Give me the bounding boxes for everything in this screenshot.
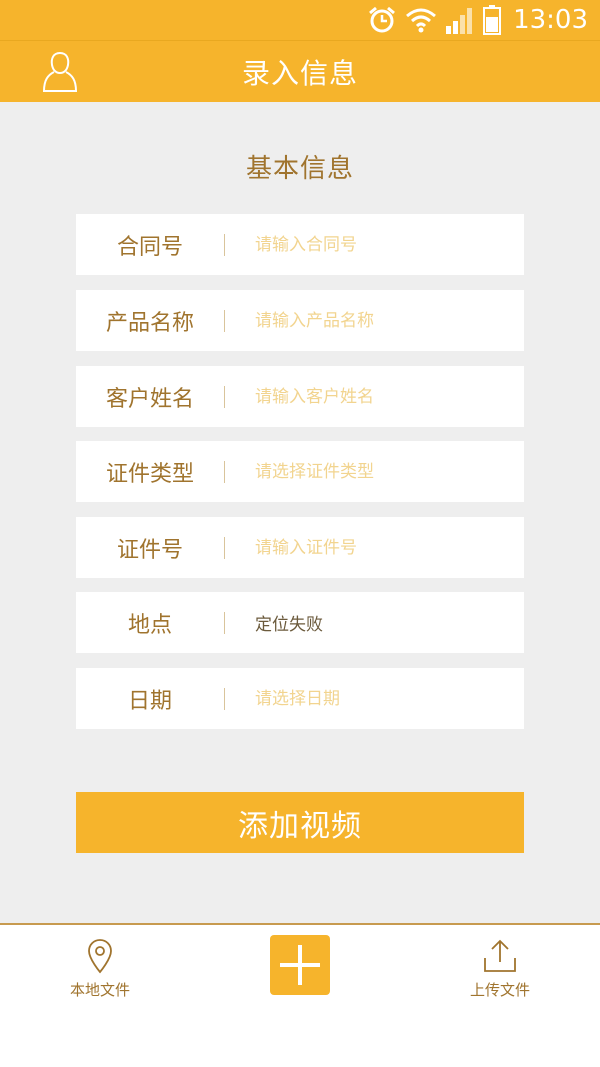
field-divider: [224, 309, 225, 332]
wifi-icon: [406, 8, 437, 33]
field-divider: [224, 536, 225, 559]
form-row-location[interactable]: 地点 定位失败: [76, 592, 524, 653]
signal-icon: [446, 8, 473, 34]
field-divider: [224, 611, 225, 634]
add-button[interactable]: [270, 935, 330, 995]
id-number-input[interactable]: [255, 537, 524, 558]
title-bar: 录入信息: [0, 40, 600, 102]
local-files-button[interactable]: 本地文件: [30, 933, 170, 1000]
plus-icon: [280, 945, 320, 985]
form-row-date[interactable]: 日期: [76, 668, 524, 729]
form-row-product-name[interactable]: 产品名称: [76, 290, 524, 351]
date-picker-input[interactable]: [255, 688, 524, 709]
customer-name-input[interactable]: [255, 386, 524, 407]
form-row-id-type[interactable]: 证件类型: [76, 441, 524, 502]
status-bar: 13:03: [0, 0, 600, 40]
field-divider: [224, 687, 225, 710]
id-type-select[interactable]: [255, 461, 524, 482]
local-files-label: 本地文件: [69, 981, 130, 999]
status-time: 13:03: [513, 5, 588, 35]
upload-files-button[interactable]: 上传文件: [430, 933, 570, 1000]
field-label: 日期: [127, 688, 172, 714]
location-value[interactable]: 定位失败: [255, 610, 323, 635]
section-title: 基本信息: [245, 154, 354, 184]
field-divider: [224, 233, 225, 256]
contract-number-input[interactable]: [255, 234, 524, 255]
add-video-button[interactable]: 添加视频: [76, 792, 524, 853]
alarm-icon: [369, 6, 396, 33]
field-label: 产品名称: [105, 310, 194, 336]
battery-icon: [483, 5, 502, 35]
location-pin-icon: [88, 939, 112, 974]
product-name-input[interactable]: [255, 310, 524, 331]
field-label: 证件号: [116, 537, 183, 563]
field-label: 合同号: [116, 234, 183, 260]
upload-icon: [484, 939, 516, 972]
form-row-id-number[interactable]: 证件号: [76, 517, 524, 578]
field-label: 客户姓名: [105, 386, 194, 412]
upload-files-label: 上传文件: [469, 981, 530, 999]
user-profile-icon[interactable]: [42, 49, 78, 93]
field-label: 地点: [127, 612, 172, 638]
form-row-contract-number[interactable]: 合同号: [76, 214, 524, 275]
field-divider: [224, 385, 225, 408]
page-title: 录入信息: [241, 56, 358, 90]
field-label: 证件类型: [105, 461, 194, 487]
form-row-customer-name[interactable]: 客户姓名: [76, 366, 524, 427]
field-divider: [224, 460, 225, 483]
bottom-nav: 本地文件 上传文件: [0, 923, 600, 1067]
